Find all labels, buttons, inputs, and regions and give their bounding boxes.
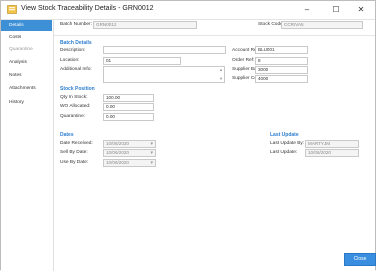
use-by-date-label: Use By Date: <box>60 160 89 165</box>
quarantine-label: Quarantine: <box>60 114 86 119</box>
additional-info-label: Additional Info: <box>60 67 92 72</box>
sidebar-item-quarantine: Quarantine <box>9 47 33 52</box>
additional-info-textarea[interactable]: ▲ ▼ <box>103 66 225 83</box>
sell-by-date-label: Sell By Date: <box>60 150 88 155</box>
qty-in-stock-label: Qty In Stock: <box>60 95 88 100</box>
close-window-button[interactable]: ✕ <box>352 3 370 16</box>
use-by-date-picker[interactable]: 10/06/2020 <box>103 159 156 167</box>
dates-heading: Dates <box>60 132 74 138</box>
wo-allocated-label: WO Allocated: <box>60 104 91 109</box>
sidebar: Details Costs Quarantine Analysis Notes … <box>1 20 54 271</box>
details-panel: Batch Number: GRN0012 Stock Code: CCRIVA… <box>54 20 376 271</box>
wo-allocated-field[interactable]: 0.00 <box>103 103 154 111</box>
batch-number-label: Batch Number: <box>60 22 92 27</box>
last-update-by-label: Last Update By: <box>270 141 305 146</box>
description-field[interactable] <box>103 46 226 54</box>
qty-in-stock-field[interactable]: 100.00 <box>103 94 154 102</box>
order-ref-field[interactable]: 8 <box>255 57 308 65</box>
sidebar-item-details[interactable]: Details <box>1 20 52 31</box>
title-bar: View Stock Traceability Details - GRN001… <box>1 1 375 20</box>
date-received-label: Date Received: <box>60 141 93 146</box>
last-update-date-field: 10/06/2020 <box>305 149 359 157</box>
sidebar-item-analysis[interactable]: Analysis <box>1 57 52 68</box>
supplier-cert-field[interactable]: 4000 <box>255 75 308 83</box>
sidebar-item-history[interactable]: History <box>1 97 52 108</box>
sell-by-date-picker[interactable]: 10/06/2020 <box>103 149 156 157</box>
quarantine-field[interactable]: 0.00 <box>103 113 154 121</box>
location-field[interactable]: 01 <box>103 57 181 65</box>
last-update-date-label: Last Update: <box>270 150 298 155</box>
scroll-down-icon[interactable]: ▼ <box>219 76 223 81</box>
stock-position-heading: Stock Position <box>60 86 95 92</box>
batch-number-field: GRN0012 <box>93 21 197 29</box>
traceability-window: View Stock Traceability Details - GRN001… <box>0 0 376 271</box>
account-ref-field[interactable]: BLU001 <box>255 46 308 54</box>
last-update-heading: Last Update <box>270 132 299 138</box>
sidebar-item-notes[interactable]: Notes <box>1 70 52 81</box>
app-icon <box>7 5 17 14</box>
order-ref-label: Order Ref: <box>232 58 255 63</box>
maximize-button[interactable]: ☐ <box>327 3 345 16</box>
close-button[interactable]: Close <box>344 253 376 266</box>
sidebar-item-attachments[interactable]: Attachments <box>1 83 52 94</box>
stock-code-field: CCRIVA5 <box>281 21 363 29</box>
supplier-batch-field[interactable]: 3000 <box>255 66 308 74</box>
header-divider <box>54 35 375 36</box>
minimize-button[interactable]: – <box>298 3 316 16</box>
date-received-picker[interactable]: 10/06/2020 <box>103 140 156 148</box>
scroll-up-icon[interactable]: ▲ <box>219 67 223 72</box>
window-title: View Stock Traceability Details - GRN001… <box>21 5 154 12</box>
last-update-by-field: MARTYJM <box>305 140 359 148</box>
description-label: Description: <box>60 48 86 53</box>
sidebar-item-costs[interactable]: Costs <box>1 32 52 43</box>
batch-details-heading: Batch Details <box>60 40 92 46</box>
location-label: Location: <box>60 58 80 63</box>
